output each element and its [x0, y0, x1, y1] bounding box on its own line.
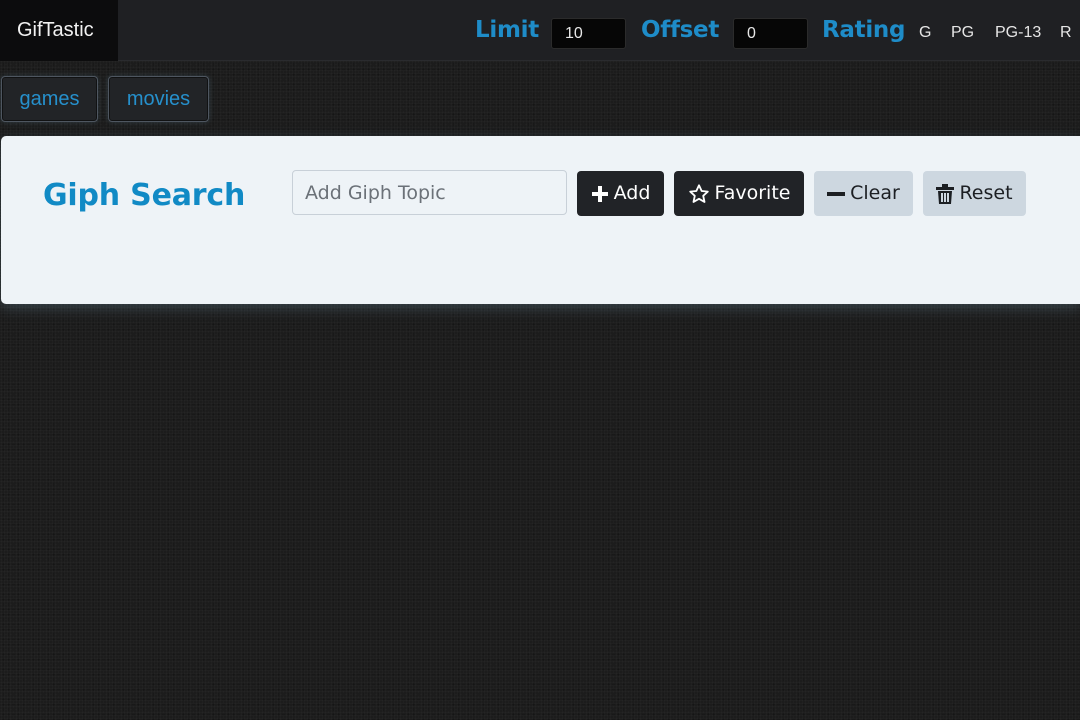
- panel-title: Giph Search: [43, 178, 246, 213]
- minus-icon: [827, 185, 846, 203]
- favorite-button[interactable]: Favorite: [674, 171, 804, 216]
- rating-pg[interactable]: PG: [951, 22, 974, 44]
- star-outline-icon: [688, 183, 710, 205]
- navbar: GifTastic Limit 10 Offset 0 Rating G PG …: [0, 0, 1080, 61]
- limit-label: Limit: [475, 17, 539, 43]
- brand-logo[interactable]: GifTastic: [0, 0, 118, 61]
- offset-label: Offset: [641, 17, 720, 43]
- offset-input[interactable]: 0: [733, 18, 808, 49]
- add-button-label: Add: [613, 182, 651, 204]
- limit-input[interactable]: 10: [551, 18, 626, 49]
- add-button[interactable]: Add: [577, 171, 664, 216]
- clear-button[interactable]: Clear: [814, 171, 913, 216]
- trash-icon: [936, 183, 955, 204]
- plus-icon: [591, 185, 609, 203]
- clear-button-label: Clear: [850, 182, 900, 204]
- topic-button-games[interactable]: games: [1, 76, 98, 122]
- rating-g[interactable]: G: [919, 22, 931, 44]
- reset-button-label: Reset: [959, 182, 1013, 204]
- search-panel: Giph Search Add Favorite Clear Reset: [1, 136, 1080, 304]
- topic-input[interactable]: [292, 170, 567, 215]
- rating-r[interactable]: R: [1060, 22, 1072, 44]
- rating-label: Rating: [822, 17, 906, 43]
- favorite-button-label: Favorite: [714, 182, 791, 204]
- reset-button[interactable]: Reset: [923, 171, 1026, 216]
- rating-pg-13[interactable]: PG-13: [995, 22, 1041, 44]
- topic-button-movies[interactable]: movies: [108, 76, 209, 122]
